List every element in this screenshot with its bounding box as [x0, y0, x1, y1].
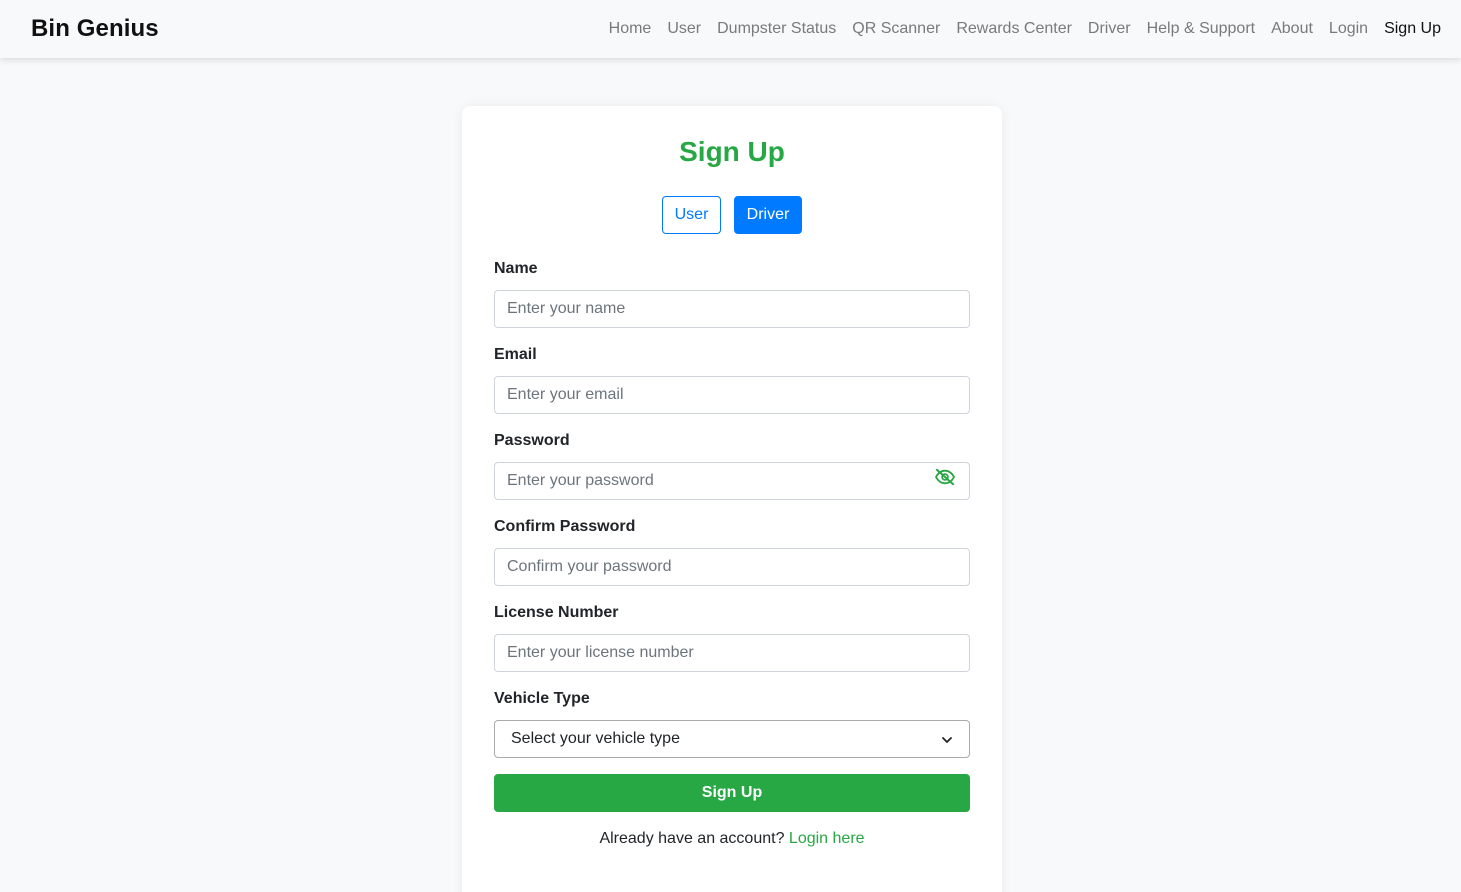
login-here-link[interactable]: Login here	[789, 830, 865, 847]
chevron-down-icon	[941, 733, 953, 745]
name-label: Name	[494, 260, 538, 277]
driver-toggle-button[interactable]: Driver	[734, 196, 802, 234]
vehicle-type-selected: Select your vehicle type	[511, 730, 680, 747]
signup-card: Sign Up User Driver Name Email Password …	[462, 106, 1002, 892]
vehicle-type-label: Vehicle Type	[494, 690, 590, 707]
nav-link-dumpster-status[interactable]: Dumpster Status	[717, 20, 836, 38]
nav-link-sign-up[interactable]: Sign Up	[1384, 20, 1441, 38]
nav-link-help-support[interactable]: Help & Support	[1147, 20, 1256, 38]
nav-links: Home User Dumpster Status QR Scanner Rew…	[593, 20, 1441, 38]
nav-link-about[interactable]: About	[1271, 20, 1313, 38]
confirm-password-input[interactable]	[494, 548, 970, 586]
sign-up-submit-button[interactable]: Sign Up	[494, 774, 970, 812]
top-navbar: Bin Genius Home User Dumpster Status QR …	[0, 0, 1461, 58]
nav-link-rewards-center[interactable]: Rewards Center	[956, 20, 1072, 38]
nav-link-user[interactable]: User	[667, 20, 701, 38]
confirm-password-label: Confirm Password	[494, 518, 636, 535]
password-input[interactable]	[494, 462, 970, 500]
nav-link-login[interactable]: Login	[1329, 20, 1368, 38]
account-type-toggle: User Driver	[462, 196, 1002, 234]
email-input[interactable]	[494, 376, 970, 414]
login-prompt: Already have an account? Login here	[462, 830, 1002, 848]
vehicle-type-select[interactable]: Select your vehicle type	[494, 720, 970, 758]
license-label: License Number	[494, 604, 619, 621]
user-toggle-button[interactable]: User	[662, 196, 721, 234]
login-prompt-text: Already have an account?	[599, 830, 785, 847]
brand-logo[interactable]: Bin Genius	[31, 15, 159, 43]
nav-link-driver[interactable]: Driver	[1088, 20, 1131, 38]
nav-link-qr-scanner[interactable]: QR Scanner	[852, 20, 940, 38]
password-label: Password	[494, 432, 570, 449]
nav-link-home[interactable]: Home	[609, 20, 652, 38]
eye-slash-icon[interactable]	[934, 468, 956, 486]
page-title: Sign Up	[679, 136, 785, 167]
license-number-input[interactable]	[494, 634, 970, 672]
name-input[interactable]	[494, 290, 970, 328]
email-label: Email	[494, 346, 537, 363]
